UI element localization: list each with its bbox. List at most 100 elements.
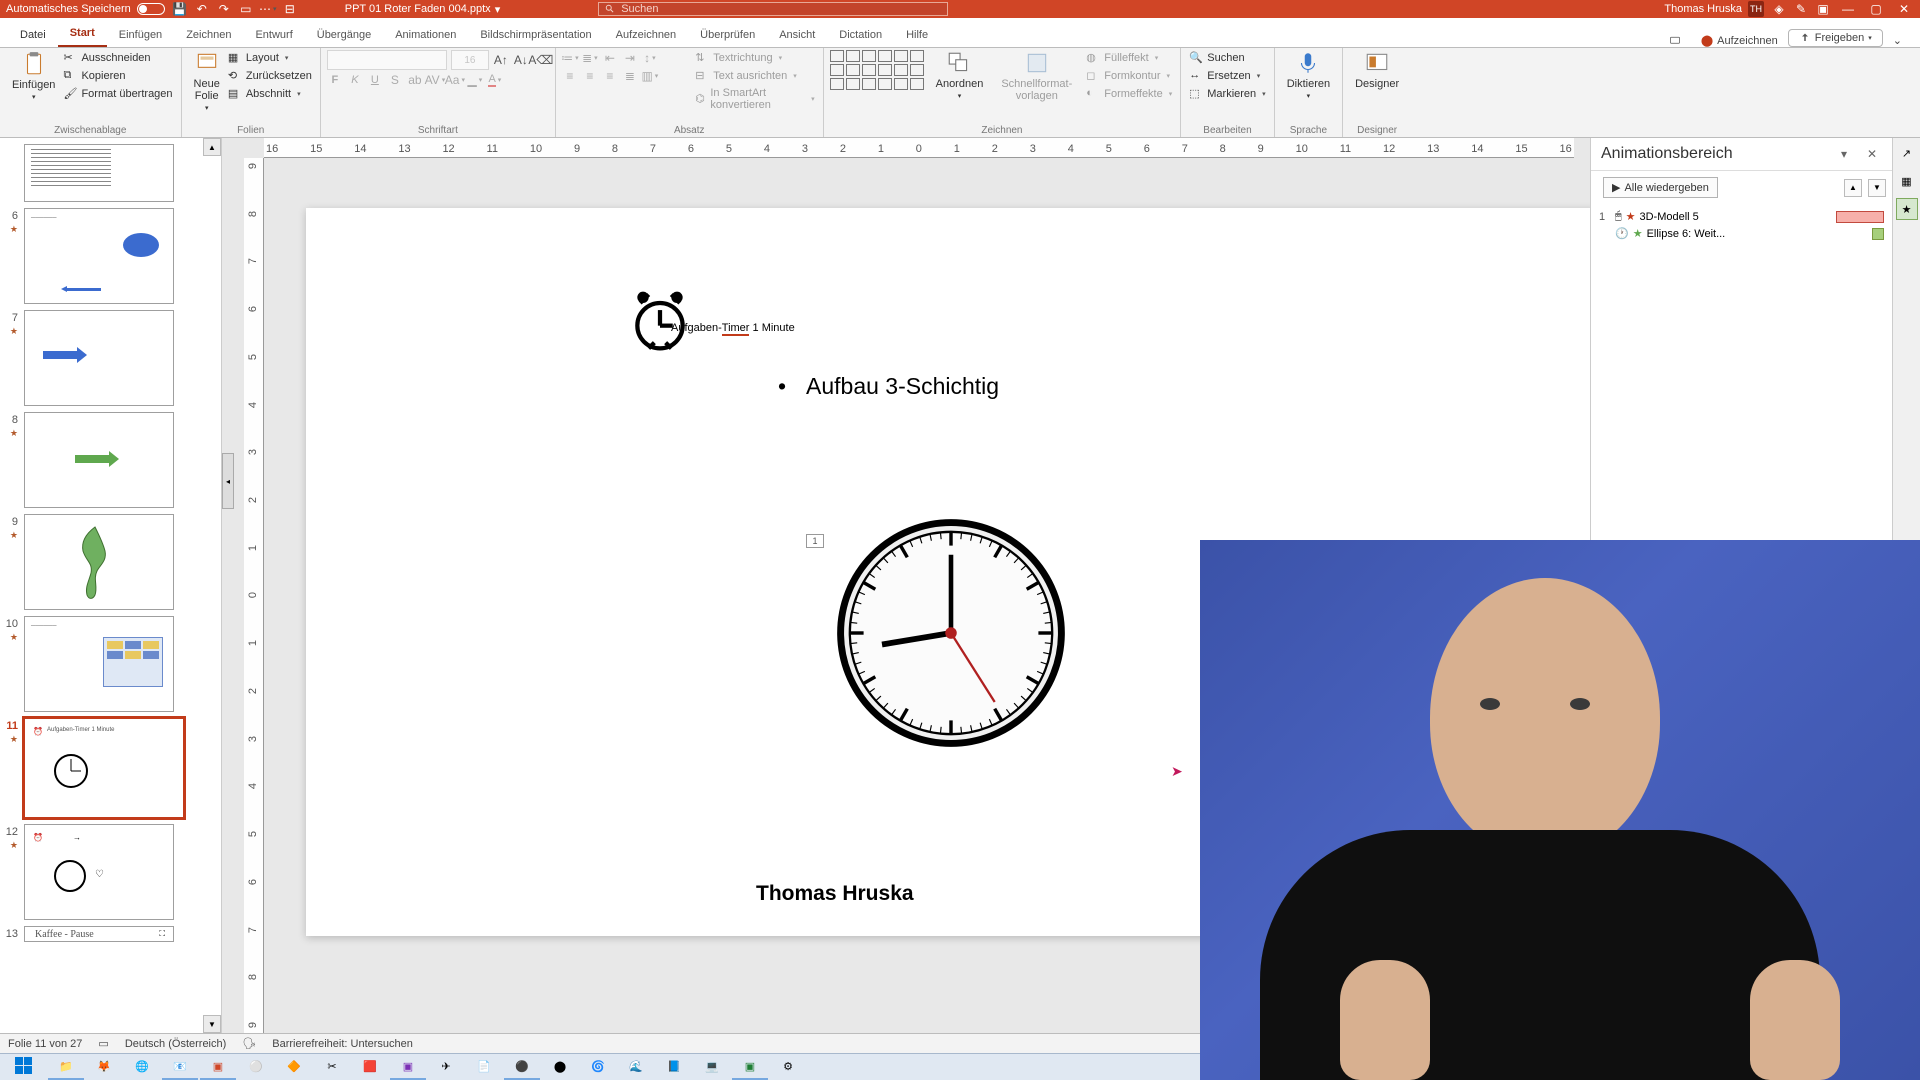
status-lang[interactable]: Deutsch (Österreich) bbox=[125, 1038, 226, 1050]
obs-icon[interactable]: ⚫ bbox=[504, 1055, 540, 1080]
text-direction-button[interactable]: ⇅Textrichtung bbox=[693, 50, 816, 66]
slide-bullet[interactable]: Aufbau 3-Schichtig bbox=[806, 373, 999, 400]
undo-icon[interactable]: ↶ bbox=[195, 2, 209, 16]
tab-dictation[interactable]: Dictation bbox=[827, 23, 894, 47]
underline-icon[interactable]: U bbox=[367, 72, 383, 88]
slide-thumb[interactable]: ⏰→♡ bbox=[24, 824, 174, 920]
indent-dec-icon[interactable]: ⇤ bbox=[602, 50, 618, 66]
autosave-toggle[interactable]: Automatisches Speichern bbox=[6, 3, 165, 15]
clock-3d-model[interactable] bbox=[836, 518, 1066, 748]
window-mode-icon[interactable]: ▣ bbox=[1816, 2, 1830, 16]
scroll-up-button[interactable]: ▲ bbox=[203, 138, 221, 156]
user-account[interactable]: Thomas Hruska TH bbox=[1664, 1, 1764, 17]
shape-fill-button[interactable]: ◍Fülleffekt bbox=[1084, 50, 1174, 66]
increase-font-icon[interactable]: A↑ bbox=[493, 52, 509, 68]
shadow-icon[interactable]: ab bbox=[407, 72, 423, 88]
coming-soon-icon[interactable]: ◈ bbox=[1772, 2, 1786, 16]
align-center-icon[interactable]: ≡ bbox=[582, 68, 598, 84]
powerpoint-icon[interactable]: ▣ bbox=[200, 1055, 236, 1080]
dictate-button[interactable]: Diktieren▾ bbox=[1281, 50, 1336, 100]
font-color-icon[interactable]: A bbox=[487, 72, 503, 88]
find-button[interactable]: 🔍Suchen bbox=[1187, 50, 1267, 66]
excel-icon[interactable]: ▣ bbox=[732, 1055, 768, 1080]
chrome-icon[interactable]: 🌐 bbox=[124, 1055, 160, 1080]
search-input[interactable]: Suchen bbox=[598, 2, 948, 16]
shape-outline-button[interactable]: ◻Formkontur bbox=[1084, 68, 1174, 84]
italic-icon[interactable]: K bbox=[347, 72, 363, 88]
comments-button[interactable] bbox=[1659, 35, 1691, 47]
app-icon[interactable]: ⚪ bbox=[238, 1055, 274, 1080]
save-icon[interactable]: 💾 bbox=[173, 2, 187, 16]
designer-button[interactable]: Designer bbox=[1349, 50, 1405, 90]
edge-icon[interactable]: 🌊 bbox=[618, 1055, 654, 1080]
quick-styles-button[interactable]: Schnellformat- vorlagen bbox=[995, 50, 1078, 102]
filename[interactable]: PPT 01 Roter Faden 004.pptx ▾ bbox=[345, 3, 500, 16]
smartart-button[interactable]: ⌬In SmartArt konvertieren bbox=[693, 86, 816, 112]
case-icon[interactable]: Aa bbox=[447, 72, 463, 88]
tab-review[interactable]: Überprüfen bbox=[688, 23, 767, 47]
move-up-button[interactable]: ▲ bbox=[1844, 179, 1862, 197]
layout-button[interactable]: ▦Layout bbox=[226, 50, 314, 66]
share-button[interactable]: Freigeben▾ bbox=[1788, 29, 1883, 47]
bold-icon[interactable]: F bbox=[327, 72, 343, 88]
tab-start[interactable]: Start bbox=[58, 21, 107, 47]
slide-thumb[interactable]: ────── bbox=[24, 208, 174, 304]
timeline-bar[interactable] bbox=[1836, 211, 1884, 223]
slide-title[interactable]: Aufgaben-Timer 1 Minute bbox=[671, 298, 795, 340]
font-size-input[interactable]: 16 bbox=[451, 50, 489, 70]
align-left-icon[interactable]: ≡ bbox=[562, 68, 578, 84]
firefox-icon[interactable]: 🦊 bbox=[86, 1055, 122, 1080]
paste-button[interactable]: Einfügen▾ bbox=[6, 50, 61, 102]
line-spacing-icon[interactable]: ↕ bbox=[642, 50, 658, 66]
select-button[interactable]: ⬚Markieren bbox=[1187, 86, 1267, 102]
char-spacing-icon[interactable]: AV bbox=[427, 72, 443, 88]
slide-thumb[interactable]: Kaffee - Pause⛶ bbox=[24, 926, 174, 942]
close-button[interactable]: ✕ bbox=[1894, 2, 1914, 16]
collapse-ribbon-icon[interactable]: ⌄ bbox=[1883, 34, 1912, 47]
slide-thumb[interactable] bbox=[24, 514, 174, 610]
columns-icon[interactable]: ▥ bbox=[642, 68, 658, 84]
animation-pane-icon[interactable]: ★ bbox=[1896, 198, 1918, 220]
outlook-icon[interactable]: 📧 bbox=[162, 1055, 198, 1080]
maximize-button[interactable]: ▢ bbox=[1866, 2, 1886, 16]
app-icon[interactable]: ⚙ bbox=[770, 1055, 806, 1080]
replace-button[interactable]: ↔Ersetzen bbox=[1187, 68, 1267, 84]
start-button[interactable] bbox=[2, 1055, 46, 1080]
strike-icon[interactable]: S bbox=[387, 72, 403, 88]
animation-item[interactable]: 1 🖱 ★ 3D-Modell 5 bbox=[1597, 208, 1886, 225]
app-icon[interactable]: 📄 bbox=[466, 1055, 502, 1080]
timeline-bar[interactable] bbox=[1872, 228, 1884, 240]
pane-options-icon[interactable]: ▾ bbox=[1834, 144, 1854, 164]
present-from-start-icon[interactable]: ▭ bbox=[239, 2, 253, 16]
bullets-icon[interactable]: ≔ bbox=[562, 50, 578, 66]
ribbon-display-icon[interactable]: ✎ bbox=[1794, 2, 1808, 16]
decrease-font-icon[interactable]: A↓ bbox=[513, 52, 529, 68]
animation-order-tag[interactable]: 1 bbox=[806, 534, 824, 548]
slide-thumb[interactable] bbox=[24, 310, 174, 406]
minimize-button[interactable]: — bbox=[1838, 2, 1858, 16]
animation-item[interactable]: 🕐 ★ Ellipse 6: Weit... bbox=[1597, 225, 1886, 242]
status-a11y[interactable]: Barrierefreiheit: Untersuchen bbox=[272, 1038, 413, 1050]
slide-author[interactable]: Thomas Hruska bbox=[756, 882, 914, 906]
format-painter-button[interactable]: 🖌Format übertragen bbox=[61, 86, 174, 102]
tab-animations[interactable]: Animationen bbox=[383, 23, 468, 47]
app-icon[interactable]: 🌀 bbox=[580, 1055, 616, 1080]
quick-access-more-icon[interactable]: ⋯ bbox=[261, 2, 275, 16]
justify-icon[interactable]: ≣ bbox=[622, 68, 638, 84]
app-icon[interactable]: 🟥 bbox=[352, 1055, 388, 1080]
tab-slideshow[interactable]: Bildschirmpräsentation bbox=[468, 23, 603, 47]
highlight-icon[interactable]: ▁ bbox=[467, 72, 483, 88]
slide-thumb-active[interactable]: ⏰Aufgaben-Timer 1 Minute bbox=[24, 718, 184, 818]
record-button[interactable]: ⬤Aufzeichnen bbox=[1691, 34, 1788, 47]
copy-button[interactable]: ⧉Kopieren bbox=[61, 68, 174, 84]
designer-pane-icon[interactable]: ▦ bbox=[1896, 170, 1918, 192]
arrange-button[interactable]: Anordnen▾ bbox=[930, 50, 990, 100]
tab-transitions[interactable]: Übergänge bbox=[305, 23, 383, 47]
tab-file[interactable]: Datei bbox=[8, 23, 58, 47]
qat-customize-icon[interactable]: ⊟ bbox=[283, 2, 297, 16]
pane-close-icon[interactable]: ✕ bbox=[1862, 144, 1882, 164]
tab-help[interactable]: Hilfe bbox=[894, 23, 940, 47]
task-pane-switch-icon[interactable]: ↗ bbox=[1896, 142, 1918, 164]
indent-inc-icon[interactable]: ⇥ bbox=[622, 50, 638, 66]
clear-format-icon[interactable]: A⌫ bbox=[533, 52, 549, 68]
